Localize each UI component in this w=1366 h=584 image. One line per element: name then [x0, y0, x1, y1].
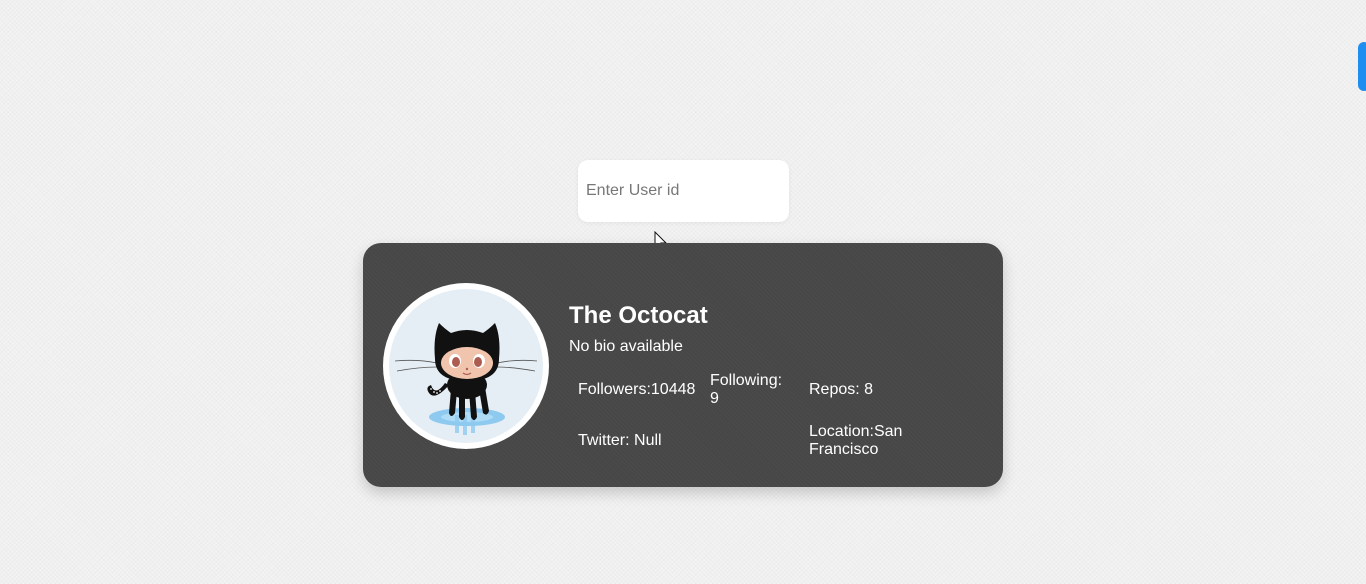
- profile-bio: No bio available: [569, 338, 683, 355]
- octocat-avatar-icon: [394, 323, 538, 435]
- edge-tab-button[interactable]: [1358, 42, 1366, 91]
- location-text: Location:San Francisco: [809, 423, 903, 458]
- avatar: [383, 283, 549, 449]
- search-box: [578, 160, 789, 222]
- followers-count: Followers:10448: [578, 381, 696, 398]
- user-id-input[interactable]: [578, 160, 789, 222]
- following-count: Following: 9: [710, 372, 783, 407]
- profile-info: The Octocat No bio available Followers:1…: [569, 301, 969, 458]
- repos-count: Repos: 8: [809, 381, 874, 398]
- profile-name: The Octocat: [569, 302, 708, 329]
- profile-card: The Octocat No bio available Followers:1…: [363, 243, 1003, 487]
- twitter-handle: Twitter: Null: [578, 432, 662, 449]
